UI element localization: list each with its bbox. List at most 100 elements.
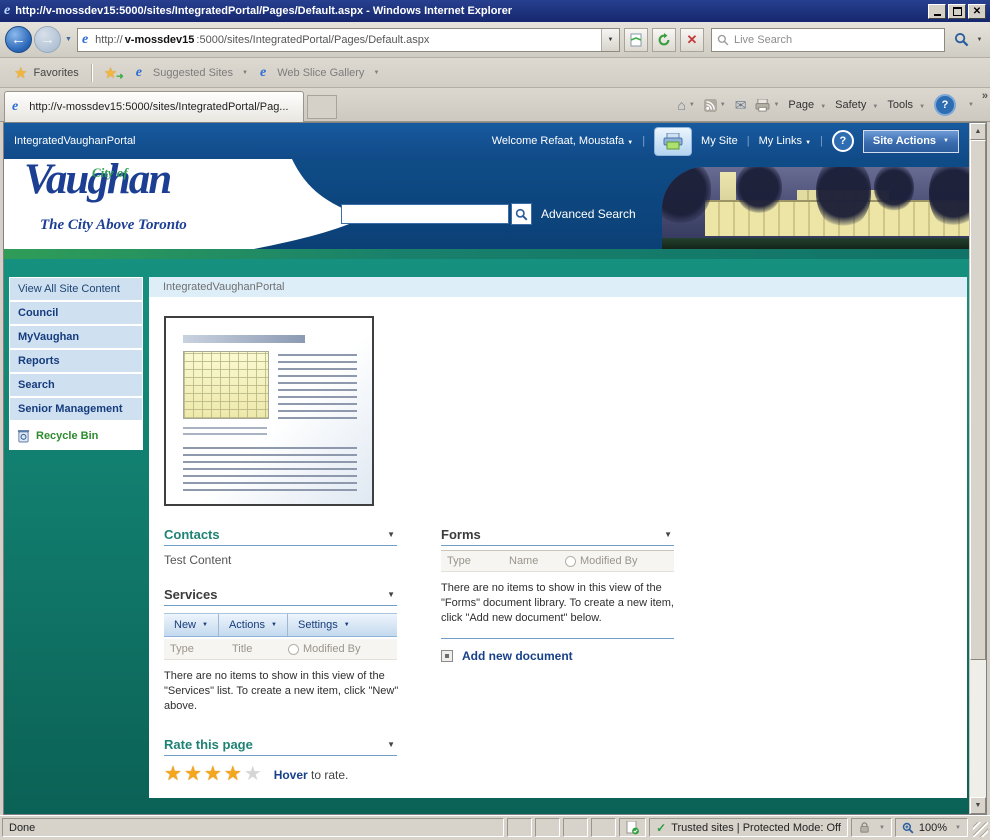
url-path: :5000/sites/IntegratedPortal/Pages/Defau… xyxy=(196,34,429,46)
new-tab-button[interactable] xyxy=(307,95,337,119)
refresh-button[interactable] xyxy=(652,28,676,52)
resize-grip[interactable] xyxy=(973,822,988,837)
settings-label: Settings xyxy=(298,619,338,631)
suggested-sites-button[interactable]: e Suggested Sites ▼ xyxy=(130,62,254,84)
image-body-lines xyxy=(183,442,357,491)
sidebar-item-reports[interactable]: Reports xyxy=(10,350,142,374)
site-actions-button[interactable]: Site Actions ▼ xyxy=(863,130,959,153)
webpart-menu-icon[interactable]: ▼ xyxy=(387,740,397,749)
status-segment xyxy=(507,818,532,837)
rating-hint: Hover to rate. xyxy=(274,768,349,782)
smartscreen-segment xyxy=(619,818,646,837)
new-menu-button[interactable]: New▼ xyxy=(164,614,219,636)
column-name[interactable]: Name xyxy=(509,555,565,567)
restore-icon xyxy=(953,7,962,16)
scrollbar-thumb[interactable] xyxy=(970,140,986,660)
breadcrumb-label: IntegratedVaughanPortal xyxy=(163,281,285,293)
sidebar-item-view-all-site-content[interactable]: View All Site Content xyxy=(10,278,142,302)
portal-search-button[interactable] xyxy=(511,203,532,225)
sidebar-item-search[interactable]: Search xyxy=(10,374,142,398)
my-links-menu[interactable]: My Links ▼ xyxy=(759,135,811,147)
rating-stars: ★ ★ ★ ★ ★ Hover to rate. xyxy=(164,756,397,784)
scroll-up-button[interactable]: ▲ xyxy=(970,123,986,140)
compatibility-view-button[interactable] xyxy=(624,28,648,52)
welcome-menu[interactable]: Welcome Refaat, Moustafa ▼ xyxy=(492,135,633,147)
forms-title: Forms xyxy=(441,527,481,542)
sidebar-item-myvaughan[interactable]: MyVaughan xyxy=(10,326,142,350)
settings-menu-button[interactable]: Settings▼ xyxy=(288,614,360,636)
zoom-level: 100% xyxy=(919,822,947,834)
status-segment xyxy=(591,818,616,837)
add-new-document-link[interactable]: Add new document xyxy=(441,649,674,663)
stop-button[interactable]: ✕ xyxy=(680,28,704,52)
favorites-button[interactable]: ★ Favorites xyxy=(8,62,85,84)
vertical-scrollbar[interactable]: ▲ ▼ xyxy=(969,123,986,814)
back-button[interactable]: ← xyxy=(5,26,32,53)
active-tab[interactable]: e http://v-mossdev15:5000/sites/Integrat… xyxy=(4,91,304,122)
protected-mode-button[interactable]: ▼ xyxy=(851,818,892,837)
site-actions-label: Site Actions xyxy=(873,135,936,147)
new-document-icon xyxy=(441,650,453,662)
star-icon[interactable]: ★ xyxy=(164,765,182,784)
webpart-menu-icon[interactable]: ▼ xyxy=(387,590,397,599)
help-button[interactable]: ? xyxy=(934,94,956,116)
printer-icon xyxy=(662,133,684,150)
chevron-down-icon: ▼ xyxy=(872,104,878,110)
print-button[interactable]: ▼ xyxy=(755,99,779,112)
divider xyxy=(91,64,92,82)
close-button[interactable]: ✕ xyxy=(968,4,986,19)
services-empty-message: There are no items to show in this view … xyxy=(164,660,401,724)
safety-menu-button[interactable]: Safety ▼ xyxy=(835,99,878,111)
my-site-link[interactable]: My Site xyxy=(701,135,738,147)
recycle-bin-icon xyxy=(17,428,30,443)
restore-button[interactable] xyxy=(948,4,966,19)
web-slice-gallery-button[interactable]: e Web Slice Gallery ▼ xyxy=(254,62,385,84)
minimize-button[interactable] xyxy=(928,4,946,19)
webpart-menu-icon[interactable]: ▼ xyxy=(387,530,397,539)
forward-button[interactable]: → xyxy=(34,26,61,53)
lock-icon xyxy=(858,821,871,834)
page-menu-button[interactable]: Page ▼ xyxy=(788,99,826,111)
advanced-search-link[interactable]: Advanced Search xyxy=(541,207,636,221)
status-bar: Done ✓ Trusted sites | Protected Mode: O… xyxy=(0,815,990,840)
star-icon[interactable]: ★ xyxy=(204,765,222,784)
column-title[interactable]: Title xyxy=(232,643,288,655)
tools-menu-button[interactable]: Tools ▼ xyxy=(887,99,925,111)
star-icon[interactable]: ★ xyxy=(224,765,242,784)
chevron-down-icon: ▼ xyxy=(271,622,277,628)
search-go-button[interactable] xyxy=(948,28,974,52)
actions-menu-button[interactable]: Actions▼ xyxy=(219,614,288,636)
sidebar-item-senior-management[interactable]: Senior Management xyxy=(10,398,142,422)
webpart-menu-icon[interactable]: ▼ xyxy=(664,530,674,539)
column-modified-by[interactable]: Modified By xyxy=(565,555,637,567)
history-dropdown-icon[interactable]: ▼ xyxy=(65,36,72,43)
address-dropdown-button[interactable]: ▼ xyxy=(601,29,619,51)
home-button[interactable]: ⌂▼ xyxy=(677,97,694,113)
portal-search-input[interactable] xyxy=(341,204,509,224)
star-icon[interactable]: ★ xyxy=(244,765,262,784)
read-mail-button[interactable]: ✉ xyxy=(735,97,747,114)
portal-help-button[interactable]: ? xyxy=(832,130,854,152)
add-new-document-label: Add new document xyxy=(462,649,573,663)
column-modified-by[interactable]: Modified By xyxy=(288,643,360,655)
column-type[interactable]: Type xyxy=(164,643,232,655)
ie-logo-icon: e xyxy=(4,3,10,19)
scroll-down-button[interactable]: ▼ xyxy=(970,797,986,814)
search-options-dropdown-icon[interactable]: ▼ xyxy=(974,37,985,43)
logo-city-of: City of xyxy=(92,165,128,181)
browser-viewport: IntegratedVaughanPortal Welcome Refaat, … xyxy=(3,122,987,815)
services-webpart-header: Services ▼ xyxy=(164,587,397,606)
recycle-bin-link[interactable]: Recycle Bin xyxy=(10,422,142,449)
toolbar-overflow-button[interactable]: » xyxy=(982,90,988,102)
ie-icon: e xyxy=(260,65,266,81)
feeds-button[interactable]: ▼ xyxy=(704,99,726,112)
print-page-button[interactable] xyxy=(654,127,692,156)
zoom-control[interactable]: 100% ▼ xyxy=(895,818,968,837)
column-type[interactable]: Type xyxy=(441,555,509,567)
add-to-favorites-button[interactable]: ★➜ xyxy=(98,62,130,84)
star-icon[interactable]: ★ xyxy=(184,765,202,784)
live-search-input[interactable]: Live Search xyxy=(711,28,945,52)
webpage: IntegratedVaughanPortal Welcome Refaat, … xyxy=(4,123,969,814)
sidebar-item-council[interactable]: Council xyxy=(10,302,142,326)
address-input[interactable]: e http://v-mossdev15:5000/sites/Integrat… xyxy=(77,28,620,52)
